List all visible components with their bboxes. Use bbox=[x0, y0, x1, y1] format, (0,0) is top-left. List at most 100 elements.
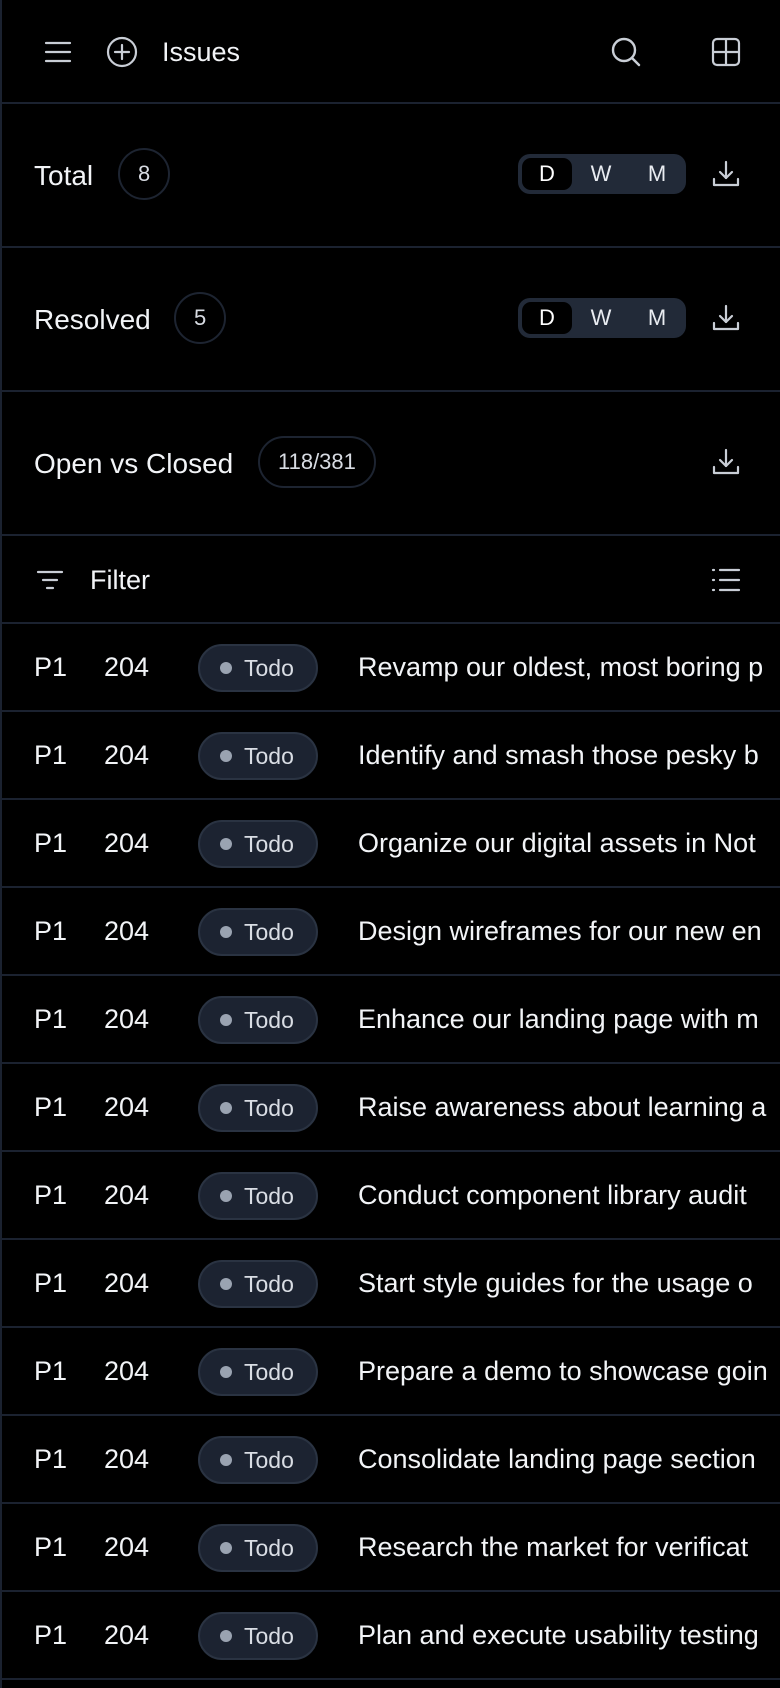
stat-count-badge: 8 bbox=[118, 148, 171, 200]
search-icon[interactable] bbox=[602, 28, 650, 76]
status-badge[interactable]: Todo bbox=[198, 908, 318, 956]
status-label: Todo bbox=[244, 1447, 294, 1473]
filter-bar: Filter bbox=[2, 536, 780, 624]
stat-count-badge: 118/381 bbox=[258, 436, 376, 488]
issue-title: Start style guides for the usage o bbox=[358, 1268, 753, 1298]
issue-title: Research the market for verificat bbox=[358, 1532, 749, 1562]
stat-count-badge: 5 bbox=[174, 292, 227, 344]
status-dot-icon bbox=[220, 1102, 232, 1114]
status-badge[interactable]: Todo bbox=[198, 1348, 318, 1396]
issue-row[interactable]: P1 204 Todo Organize our digital assets … bbox=[2, 800, 780, 888]
status-badge[interactable]: Todo bbox=[198, 1612, 318, 1660]
download-icon[interactable] bbox=[702, 438, 750, 486]
issue-number: 204 bbox=[104, 1092, 150, 1122]
list-view-icon[interactable] bbox=[702, 556, 750, 604]
status-dot-icon bbox=[220, 926, 232, 938]
issues-page: Issues Total 8 D W M Resolved 5 D W M Op… bbox=[0, 0, 780, 1688]
issue-title: Organize our digital assets in Not bbox=[358, 828, 756, 858]
filter-icon[interactable] bbox=[26, 556, 74, 604]
issue-priority: P1 bbox=[34, 740, 68, 770]
status-dot-icon bbox=[220, 838, 232, 850]
issue-priority: P1 bbox=[34, 1356, 68, 1386]
stat-label: Open vs Closed bbox=[34, 448, 234, 479]
plus-circle-icon[interactable] bbox=[98, 28, 146, 76]
status-label: Todo bbox=[244, 1623, 294, 1649]
issue-number: 204 bbox=[104, 916, 150, 946]
stat-row-open-vs-closed: Open vs Closed 118/381 bbox=[2, 392, 780, 536]
status-badge[interactable]: Todo bbox=[198, 644, 318, 692]
status-label: Todo bbox=[244, 831, 294, 857]
issue-row[interactable]: P1 204 Todo Prepare a demo to showcase g… bbox=[2, 1328, 780, 1416]
download-icon[interactable] bbox=[702, 150, 750, 198]
issue-title: Enhance our landing page with m bbox=[358, 1004, 759, 1034]
issue-row[interactable]: P1 204 Todo Revamp our oldest, most bori… bbox=[2, 624, 780, 712]
range-toggle: D W M bbox=[518, 298, 686, 338]
issue-row[interactable]: P1 204 Todo Start style guides for the u… bbox=[2, 1240, 780, 1328]
status-dot-icon bbox=[220, 662, 232, 674]
status-badge[interactable]: Todo bbox=[198, 1172, 318, 1220]
status-label: Todo bbox=[244, 1271, 294, 1297]
issue-priority: P1 bbox=[34, 916, 68, 946]
status-badge[interactable]: Todo bbox=[198, 1436, 318, 1484]
status-badge[interactable]: Todo bbox=[198, 1260, 318, 1308]
issue-number: 204 bbox=[104, 1180, 150, 1210]
range-option-month[interactable]: M bbox=[632, 302, 682, 334]
issue-title: Plan and execute usability testing bbox=[358, 1620, 759, 1650]
issue-row[interactable]: P1 204 Todo Research the market for veri… bbox=[2, 1504, 780, 1592]
range-option-week[interactable]: W bbox=[576, 158, 626, 190]
issue-number: 204 bbox=[104, 1004, 150, 1034]
issue-priority: P1 bbox=[34, 1092, 68, 1122]
issue-row[interactable]: P1 204 Todo Consolidate landing page sec… bbox=[2, 1416, 780, 1504]
issue-number: 204 bbox=[104, 1532, 150, 1562]
status-dot-icon bbox=[220, 1366, 232, 1378]
issue-title: Prepare a demo to showcase goin bbox=[358, 1356, 768, 1386]
issue-priority: P1 bbox=[34, 1268, 68, 1298]
issue-number: 204 bbox=[104, 1620, 150, 1650]
status-dot-icon bbox=[220, 1190, 232, 1202]
issue-row[interactable]: P1 204 Todo Conduct component library au… bbox=[2, 1152, 780, 1240]
issue-row[interactable]: P1 204 Todo Identify and smash those pes… bbox=[2, 712, 780, 800]
status-label: Todo bbox=[244, 1095, 294, 1121]
issue-number: 204 bbox=[104, 1444, 150, 1474]
status-badge[interactable]: Todo bbox=[198, 996, 318, 1044]
status-label: Todo bbox=[244, 743, 294, 769]
issue-title: Identify and smash those pesky b bbox=[358, 740, 759, 770]
issue-priority: P1 bbox=[34, 1620, 68, 1650]
range-option-day[interactable]: D bbox=[522, 158, 572, 190]
issue-row[interactable]: P1 204 Todo Plan and execute usability t… bbox=[2, 1592, 780, 1680]
range-option-month[interactable]: M bbox=[632, 158, 682, 190]
issue-number: 204 bbox=[104, 1268, 150, 1298]
issue-priority: P1 bbox=[34, 1004, 68, 1034]
issue-title: Consolidate landing page section bbox=[358, 1444, 756, 1474]
top-bar: Issues bbox=[2, 0, 780, 104]
stat-label: Total bbox=[34, 160, 94, 191]
issue-priority: P1 bbox=[34, 1532, 68, 1562]
status-badge[interactable]: Todo bbox=[198, 1524, 318, 1572]
issue-list: P1 204 Todo Revamp our oldest, most bori… bbox=[2, 624, 780, 1680]
status-label: Todo bbox=[244, 1183, 294, 1209]
issue-row[interactable]: P1 204 Todo Enhance our landing page wit… bbox=[2, 976, 780, 1064]
status-label: Todo bbox=[244, 919, 294, 945]
range-option-day[interactable]: D bbox=[522, 302, 572, 334]
status-badge[interactable]: Todo bbox=[198, 1084, 318, 1132]
issue-number: 204 bbox=[104, 1356, 150, 1386]
issue-row[interactable]: P1 204 Todo Raise awareness about learni… bbox=[2, 1064, 780, 1152]
stat-row-total: Total 8 D W M bbox=[2, 104, 780, 248]
download-icon[interactable] bbox=[702, 294, 750, 342]
issue-row[interactable]: P1 204 Todo Design wireframes for our ne… bbox=[2, 888, 780, 976]
range-toggle: D W M bbox=[518, 154, 686, 194]
status-dot-icon bbox=[220, 750, 232, 762]
stat-row-resolved: Resolved 5 D W M bbox=[2, 248, 780, 392]
status-label: Todo bbox=[244, 1359, 294, 1385]
status-label: Todo bbox=[244, 1535, 294, 1561]
menu-icon[interactable] bbox=[34, 28, 82, 76]
grid-icon[interactable] bbox=[702, 28, 750, 76]
status-badge[interactable]: Todo bbox=[198, 732, 318, 780]
issue-title: Conduct component library audit bbox=[358, 1180, 747, 1210]
range-option-week[interactable]: W bbox=[576, 302, 626, 334]
filter-button[interactable]: Filter bbox=[90, 560, 150, 600]
status-dot-icon bbox=[220, 1630, 232, 1642]
issue-number: 204 bbox=[104, 828, 150, 858]
status-badge[interactable]: Todo bbox=[198, 820, 318, 868]
issue-title: Design wireframes for our new en bbox=[358, 916, 762, 946]
